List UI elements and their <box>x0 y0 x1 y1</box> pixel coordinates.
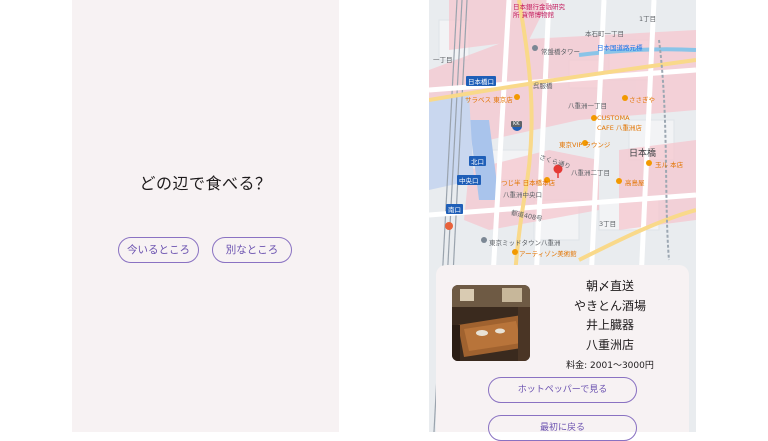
map-label-south-exit: 南口 <box>446 204 463 214</box>
map-label-yaesu-central: 八重洲中央口 <box>503 191 542 199</box>
map-label-tsujihan: つじ半 日本橋本店 <box>501 179 556 187</box>
map-label-midtown: 東京ミッドタウン八重洲 <box>489 239 561 247</box>
shop-name-line: 八重洲店 <box>585 337 634 352</box>
map-label-nihonbashi-exit: 日本橋口 <box>466 76 496 86</box>
map-label-yaesu1: 八重洲一丁目 <box>568 102 607 110</box>
map-label-central-exit: 中央口 <box>457 175 481 185</box>
map-label-saraves: サラベス 東京店 <box>465 96 513 104</box>
shop-photo <box>452 285 530 361</box>
map-label-road-origin: 日本国道路元標 <box>597 44 643 52</box>
map-label-vip: 東京VIP ラウンジ <box>559 141 611 149</box>
shop-name-line: やきとん酒場 <box>573 298 646 313</box>
shop-name-line: 井上臓器 <box>585 318 634 332</box>
map-label-takashimaya: 高島屋 <box>625 179 645 187</box>
map-label-honishi: 本石町一丁目 <box>585 30 624 38</box>
shop-name-line: 朝〆直送 <box>585 279 634 293</box>
map-label-kk: KK <box>511 121 522 127</box>
map-label-tamahide: 玉ル 本店 <box>655 161 684 169</box>
current-location-button[interactable]: 今いるところ <box>118 237 199 263</box>
shop-name: 朝〆直送 やきとん酒場 井上臓器 八重洲店 <box>536 277 684 355</box>
other-location-button[interactable]: 別なところ <box>212 237 292 263</box>
map-label-cafe: CAFE 八重洲店 <box>597 124 642 132</box>
map-label-customa: CUSTOMA <box>597 114 630 122</box>
map-label-gofukubashi: 呉服橋 <box>533 82 553 90</box>
back-to-start-button[interactable]: 最初に戻る <box>488 415 637 441</box>
shop-info-card: 朝〆直送 やきとん酒場 井上臓器 八重洲店 料金: 2001〜3000円 ホット… <box>436 265 689 441</box>
map-label-sasagiya: ささぎや <box>629 96 655 104</box>
map-label-artizon: アーティゾン美術館 <box>519 250 577 258</box>
map-label-chome3: 3丁目 <box>599 220 617 228</box>
map-label-north-exit: 北口 <box>469 156 486 166</box>
map-label-museum: 所 貨幣博物館 <box>513 11 555 19</box>
map-label-nihonbashi: 日本橋 <box>629 149 657 159</box>
shop-price: 料金: 2001〜3000円 <box>566 361 654 371</box>
view-hotpepper-button[interactable]: ホットペッパーで見る <box>488 377 637 403</box>
map-label-yaesu2: 八重洲二丁目 <box>571 169 610 177</box>
map-label-chome1: 1丁目 <box>639 15 657 23</box>
question-heading: どの辺で食べる？ <box>139 174 272 193</box>
map-label-tokiwa: 常盤橋タワー <box>541 48 580 56</box>
location-select-screen: どの辺で食べる？ 今いるところ 別なところ <box>72 0 339 432</box>
map-label-chome-left: 一丁目 <box>433 56 453 64</box>
